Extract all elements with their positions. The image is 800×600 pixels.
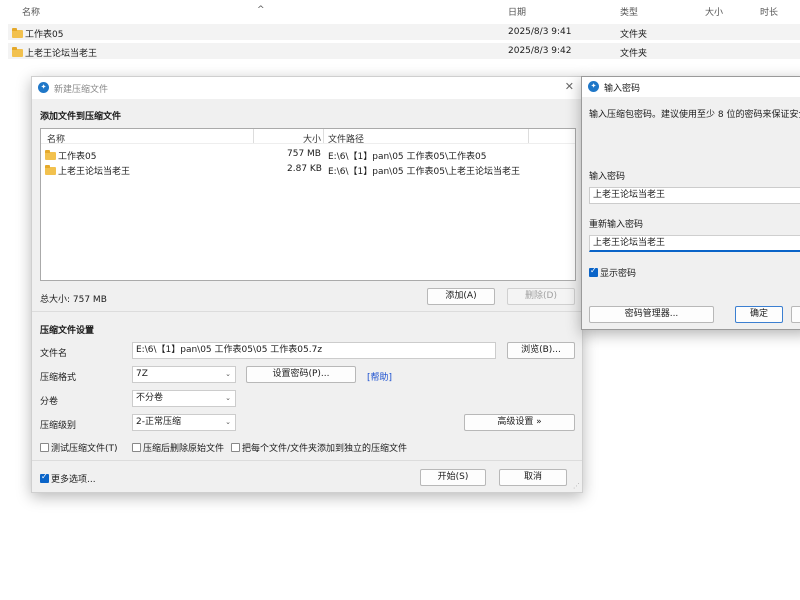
column-separator[interactable]: [253, 129, 254, 143]
file-path: E:\6\【1】pan\05 工作表05\上老王论坛当老王: [328, 167, 520, 177]
level-label: 压缩级别: [40, 421, 77, 431]
row-type: 文件夹: [620, 49, 648, 59]
checkbox-icon: [132, 443, 141, 452]
settings-title: 压缩文件设置: [40, 326, 95, 336]
column-separator[interactable]: [528, 129, 529, 143]
separate-archives-checkbox[interactable]: 把每个文件/文件夹添加到独立的压缩文件: [231, 441, 407, 454]
new-archive-window: ✦ 新建压缩文件 ✕ 添加文件到压缩文件 名称 大小 文件路径 工作表05 75…: [31, 76, 583, 493]
chevron-down-icon: ⌄: [225, 418, 231, 426]
level-select[interactable]: 2-正常压缩 ⌄: [132, 414, 236, 431]
divider: [32, 311, 582, 312]
app-logo-icon: ✦: [38, 82, 49, 93]
file-list[interactable]: 名称 大小 文件路径 工作表05 757 MB E:\6\【1】pan\05 工…: [40, 128, 576, 281]
row-type: 文件夹: [620, 30, 648, 40]
dialog-title: 输入密码: [604, 84, 641, 94]
file-path: E:\6\【1】pan\05 工作表05\工作表05: [328, 152, 487, 162]
file-size: 757 MB: [287, 149, 321, 159]
format-value: 7Z: [136, 369, 148, 379]
checkbox-icon: [40, 443, 49, 452]
app-logo-icon: ✦: [588, 81, 599, 92]
divider: [32, 460, 582, 461]
folder-icon: [12, 47, 23, 57]
column-duration[interactable]: 时长: [760, 5, 778, 18]
password-description: 输入压缩包密码。建议使用至少 8 位的密码来保证安全性: [589, 110, 800, 120]
password-manager-button[interactable]: 密码管理器...: [589, 306, 714, 323]
checkbox-checked-icon: [589, 266, 598, 277]
password-dialog: ✦ 输入密码 输入压缩包密码。建议使用至少 8 位的密码来保证安全性 输入密码 …: [581, 76, 800, 330]
folder-icon: [45, 165, 56, 175]
checkbox-checked-icon: [40, 472, 49, 483]
sort-indicator-icon: ^: [257, 5, 265, 15]
window-title: 新建压缩文件: [54, 85, 109, 95]
chevron-down-icon: ⌄: [225, 394, 231, 402]
reenter-password-label: 重新输入密码: [589, 220, 644, 230]
format-label: 压缩格式: [40, 373, 77, 383]
split-value: 不分卷: [136, 393, 164, 403]
folder-icon: [45, 150, 56, 160]
test-archive-checkbox[interactable]: 测试压缩文件(T): [40, 441, 118, 454]
checkbox-icon: [231, 443, 240, 452]
more-options-checkbox[interactable]: 更多选项...: [40, 472, 96, 485]
column-date[interactable]: 日期: [508, 5, 526, 18]
explorer-row[interactable]: 上老王论坛当老王 2025/8/3 9:42 文件夹: [8, 43, 800, 59]
add-button[interactable]: 添加(A): [427, 288, 495, 305]
ok-button[interactable]: 确定: [735, 306, 783, 323]
row-date: 2025/8/3 9:41: [508, 27, 572, 37]
cancel-button[interactable]: 取消: [499, 469, 567, 486]
enter-password-label: 输入密码: [589, 172, 626, 182]
resize-grip-icon[interactable]: ⋰: [573, 482, 580, 490]
format-select[interactable]: 7Z ⌄: [132, 366, 236, 383]
column-separator[interactable]: [323, 129, 324, 143]
split-select[interactable]: 不分卷 ⌄: [132, 390, 236, 407]
password-titlebar[interactable]: ✦ 输入密码: [582, 77, 800, 97]
help-link[interactable]: [帮助]: [367, 370, 392, 383]
folder-icon: [12, 28, 23, 38]
file-explorer: 名称 ^ 日期 类型 大小 时长 工作表05 2025/8/3 9:41 文件夹…: [0, 0, 800, 70]
explorer-row[interactable]: 工作表05 2025/8/3 9:41 文件夹: [8, 24, 800, 40]
row-name: 上老王论坛当老王: [12, 46, 97, 59]
file-list-header: 名称 大小 文件路径: [41, 129, 575, 145]
close-icon[interactable]: ✕: [565, 80, 574, 93]
start-button[interactable]: 开始(S): [420, 469, 486, 486]
filename-label: 文件名: [40, 349, 68, 359]
chevron-down-icon: ⌄: [225, 370, 231, 378]
explorer-header: 名称 ^ 日期 类型 大小 时长: [0, 0, 800, 20]
list-item[interactable]: 工作表05 757 MB E:\6\【1】pan\05 工作表05\工作表05: [41, 147, 575, 162]
column-size[interactable]: 大小: [705, 5, 723, 18]
col-size[interactable]: 大小: [303, 132, 321, 145]
col-path[interactable]: 文件路径: [328, 132, 364, 145]
filename-input[interactable]: E:\6\【1】pan\05 工作表05\05 工作表05.7z: [132, 342, 496, 359]
col-name[interactable]: 名称: [47, 132, 65, 145]
titlebar[interactable]: ✦ 新建压缩文件 ✕: [32, 77, 582, 99]
advanced-settings-button[interactable]: 高级设置 »: [464, 414, 575, 431]
total-size: 总大小: 757 MB: [40, 295, 107, 305]
file-size: 2.87 KB: [287, 164, 322, 174]
add-files-title: 添加文件到压缩文件: [40, 112, 122, 122]
delete-button[interactable]: 删除(D): [507, 288, 575, 305]
file-name: 上老王论坛当老王: [45, 164, 130, 177]
confirm-password-input[interactable]: 上老王论坛当老王: [589, 235, 800, 252]
delete-after-checkbox[interactable]: 压缩后删除原始文件: [132, 441, 224, 454]
level-value: 2-正常压缩: [136, 417, 181, 427]
set-password-button[interactable]: 设置密码(P)...: [246, 366, 356, 383]
show-password-checkbox[interactable]: 显示密码: [589, 266, 636, 279]
row-date: 2025/8/3 9:42: [508, 46, 572, 56]
row-name: 工作表05: [12, 27, 63, 40]
column-name[interactable]: 名称: [22, 5, 40, 18]
password-input[interactable]: 上老王论坛当老王: [589, 187, 800, 204]
dialog-cancel-button[interactable]: [791, 306, 800, 323]
browse-button[interactable]: 浏览(B)...: [507, 342, 575, 359]
split-label: 分卷: [40, 397, 59, 407]
list-item[interactable]: 上老王论坛当老王 2.87 KB E:\6\【1】pan\05 工作表05\上老…: [41, 162, 575, 177]
column-type[interactable]: 类型: [620, 5, 638, 18]
file-name: 工作表05: [45, 149, 96, 162]
